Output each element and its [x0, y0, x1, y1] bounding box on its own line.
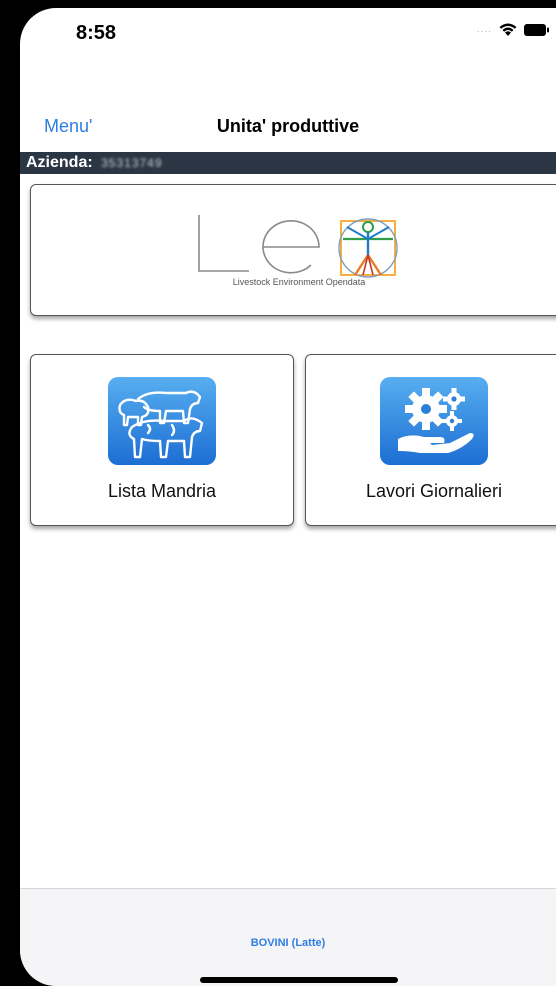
vitruvian-man-icon — [338, 218, 398, 278]
azienda-value: 35313749 — [101, 156, 163, 170]
status-time: 8:58 — [76, 22, 117, 44]
page-title: Unita' produttive — [216, 116, 360, 136]
logo-caption: Livestock Environment Opendata — [232, 277, 366, 287]
navigation-bar: Menu' Unita' produttive — [20, 106, 556, 150]
lista-mandria-tile[interactable]: Lista Mandria — [30, 354, 294, 526]
livestock-icon — [108, 377, 216, 465]
tab-bar: BOVINI (Latte) — [20, 888, 556, 986]
lavori-giornalieri-tile[interactable]: Lavori Giornalieri — [305, 354, 556, 526]
status-icons: .... — [477, 22, 550, 37]
wifi-icon — [498, 22, 518, 37]
azienda-bar: Azienda: 35313749 — [20, 152, 556, 174]
tab-bovini-latte[interactable]: BOVINI (Latte) — [20, 937, 556, 949]
phone-screen: 8:58 .... Menu' Unita' produttive Aziend… — [20, 8, 556, 986]
leo-logo — [198, 215, 398, 278]
azienda-label: Azienda: — [26, 154, 93, 171]
lista-mandria-label: Lista Mandria — [107, 481, 217, 501]
lavori-giornalieri-label: Lavori Giornalieri — [365, 481, 503, 501]
gears-hand-icon — [380, 377, 488, 465]
battery-icon — [524, 23, 550, 37]
leo-logo-card: Livestock Environment Opendata — [30, 184, 556, 316]
status-bar: 8:58 .... — [20, 8, 556, 58]
signal-dots: .... — [476, 24, 492, 35]
home-indicator[interactable] — [200, 977, 398, 983]
